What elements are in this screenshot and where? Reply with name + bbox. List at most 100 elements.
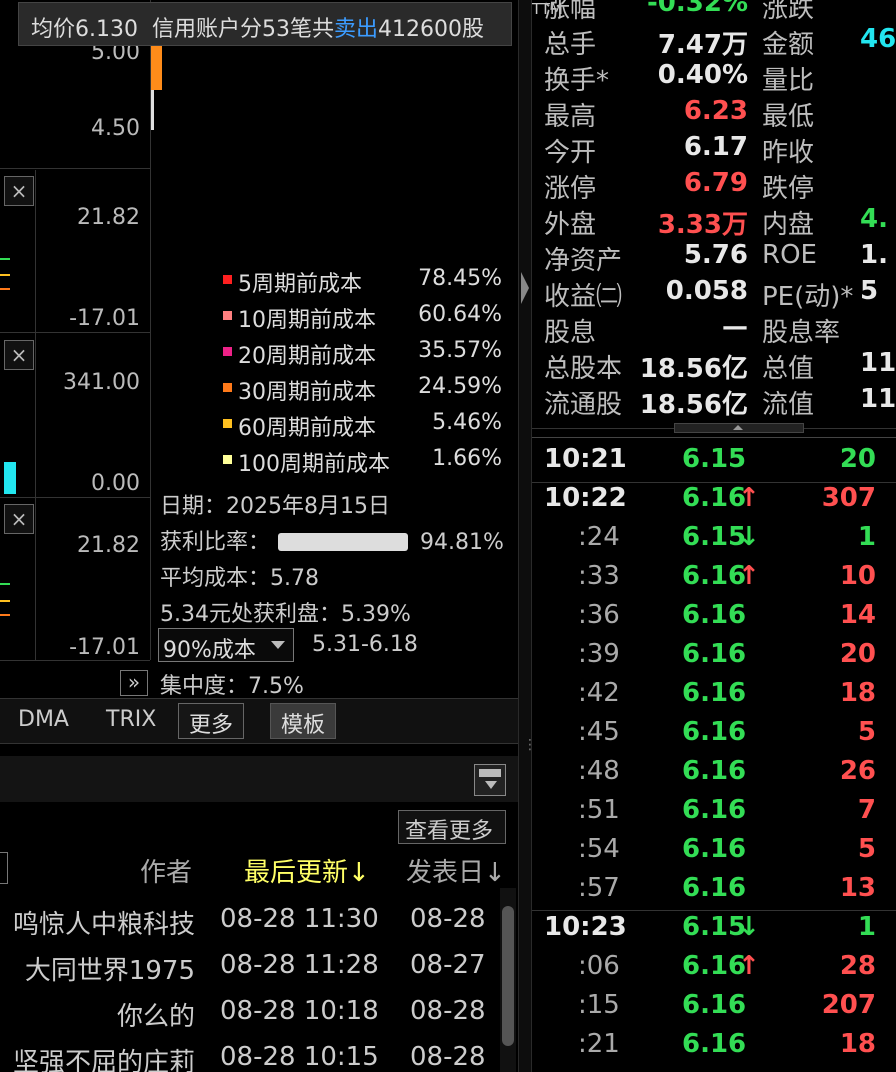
tab-template-button[interactable]: 模板	[270, 703, 337, 739]
collapse-handle[interactable]	[674, 423, 804, 433]
quote-label: 净资产	[544, 246, 623, 276]
tick-volume: 1	[857, 912, 876, 942]
legend-swatch	[223, 275, 232, 284]
tick-price: 6.16	[682, 483, 747, 513]
close-panel-button[interactable]: ×	[4, 504, 34, 534]
panel-separator	[0, 660, 150, 661]
quote-label: 涨跌	[762, 0, 815, 24]
tick-volume: 1	[857, 522, 876, 552]
quote-label: 股息	[544, 318, 597, 348]
table-row-author[interactable]: 你么的	[117, 996, 195, 1033]
tick-time: :51	[578, 795, 620, 825]
tab-trix[interactable]: TRIX	[106, 707, 156, 732]
download-icon[interactable]	[474, 764, 506, 796]
tick-price: 6.16	[682, 678, 747, 708]
tooltip-shares: 412600股	[378, 17, 484, 42]
price-line	[151, 90, 154, 130]
y-axis-label: 21.82	[77, 533, 140, 558]
table-row-posted: 08-28	[410, 1042, 486, 1072]
legend-pct: 24.59%	[418, 374, 502, 399]
panel-divider	[35, 170, 36, 660]
forum-header-bar	[0, 756, 518, 802]
tick-time: :54	[578, 834, 620, 864]
table-row-author[interactable]: 鸣惊人中粮科技	[13, 904, 195, 941]
table-row-updated: 08-28 10:18	[220, 996, 379, 1026]
tab-dma[interactable]: DMA	[18, 707, 69, 732]
quote-value: —	[722, 312, 748, 342]
arrow-up-icon: ↑	[738, 951, 760, 981]
quote-label: 总手	[544, 30, 597, 60]
quote-value: 5.76	[683, 240, 748, 270]
panel-separator	[0, 497, 150, 498]
quote-label: 总值	[762, 354, 815, 384]
legend-label: 20周期前成本	[238, 344, 376, 369]
table-row-author[interactable]: 坚强不屈的庄莉	[13, 1042, 195, 1072]
y-axis-label: -17.01	[69, 635, 140, 660]
table-row-posted: 08-28	[410, 996, 486, 1026]
column-author[interactable]: 作者	[140, 852, 192, 889]
view-more-button[interactable]: 查看更多	[398, 810, 506, 844]
indicator-mark	[0, 258, 10, 260]
tab-more-button[interactable]: 更多	[178, 703, 245, 739]
panel-divider	[150, 170, 151, 660]
quote-label: 最高	[544, 102, 597, 132]
close-panel-button[interactable]: ×	[4, 176, 34, 206]
quote-label: 涨停	[544, 174, 597, 204]
tick-time: :06	[578, 951, 620, 981]
tick-time: 10:21	[544, 444, 627, 474]
profit-ratio-value: 94.81%	[420, 530, 504, 555]
tick-time: :24	[578, 522, 620, 552]
quote-value: 114	[860, 384, 896, 414]
tick-price: 6.16	[682, 717, 747, 747]
legend-label: 100周期前成本	[238, 452, 390, 477]
tick-volume: 14	[839, 600, 876, 630]
table-row-author[interactable]: 大同世界1975	[25, 950, 195, 987]
tick-volume: 5	[857, 834, 876, 864]
table-row-updated: 08-28 10:15	[220, 1042, 379, 1072]
quote-value: 6.23	[683, 96, 748, 126]
close-panel-button[interactable]: ×	[4, 340, 34, 370]
tick-volume: 28	[839, 951, 876, 981]
indicator-mark	[0, 583, 10, 585]
scrollbar[interactable]	[500, 888, 516, 1072]
legend-label: 10周期前成本	[238, 308, 376, 333]
tick-time: 10:23	[544, 912, 627, 942]
indicator-tab-bar: DMA TRIX 更多 模板	[0, 698, 518, 744]
column-last-update[interactable]: 最后更新↓	[244, 852, 370, 889]
tick-price: 6.16	[682, 600, 747, 630]
expand-icon[interactable]: »	[120, 670, 148, 696]
arrow-up-icon: ↑	[738, 561, 760, 591]
panel-separator	[0, 168, 150, 169]
quote-value: 1.	[860, 240, 888, 270]
indicator-mark	[0, 288, 10, 290]
table-row-updated: 08-28 11:30	[220, 904, 379, 934]
tick-price: 6.16	[682, 795, 747, 825]
tick-volume: 20	[839, 639, 876, 669]
tick-price: 6.16	[682, 1029, 747, 1059]
tick-volume: 10	[839, 561, 876, 591]
quote-change-pct: -0.32%	[647, 0, 748, 18]
quote-value: 46	[860, 24, 896, 54]
chevron-down-icon	[271, 641, 285, 649]
table-row-updated: 08-28 11:28	[220, 950, 379, 980]
tick-time: 10:22	[544, 483, 627, 513]
legend-pct: 5.46%	[432, 410, 502, 435]
legend-pct: 78.45%	[418, 266, 502, 291]
tick-volume: 20	[839, 444, 876, 474]
quote-label: 金额	[762, 30, 815, 60]
tick-volume: 18	[839, 678, 876, 708]
quote-value: 0.058	[665, 276, 748, 306]
quote-label: 涨幅	[544, 0, 597, 24]
profit-ratio-label: 获利比率：	[160, 530, 271, 555]
chip-date: 日期：2025年8月15日	[160, 494, 390, 519]
profit-at-price: 5.34元处获利盘：5.39%	[160, 602, 411, 627]
pane-splitter[interactable]: ⋮	[518, 0, 537, 1072]
cost-percent-select[interactable]: 90%成本	[158, 628, 294, 663]
quote-value: 6.17	[683, 132, 748, 162]
expand-right-icon[interactable]	[521, 272, 529, 304]
tick-price: 6.16	[682, 951, 747, 981]
arrow-down-icon: ↓	[738, 522, 760, 552]
search-input[interactable]	[0, 852, 8, 884]
quote-label: ROE	[762, 240, 817, 270]
column-post-date[interactable]: 发表日↓	[406, 852, 506, 889]
